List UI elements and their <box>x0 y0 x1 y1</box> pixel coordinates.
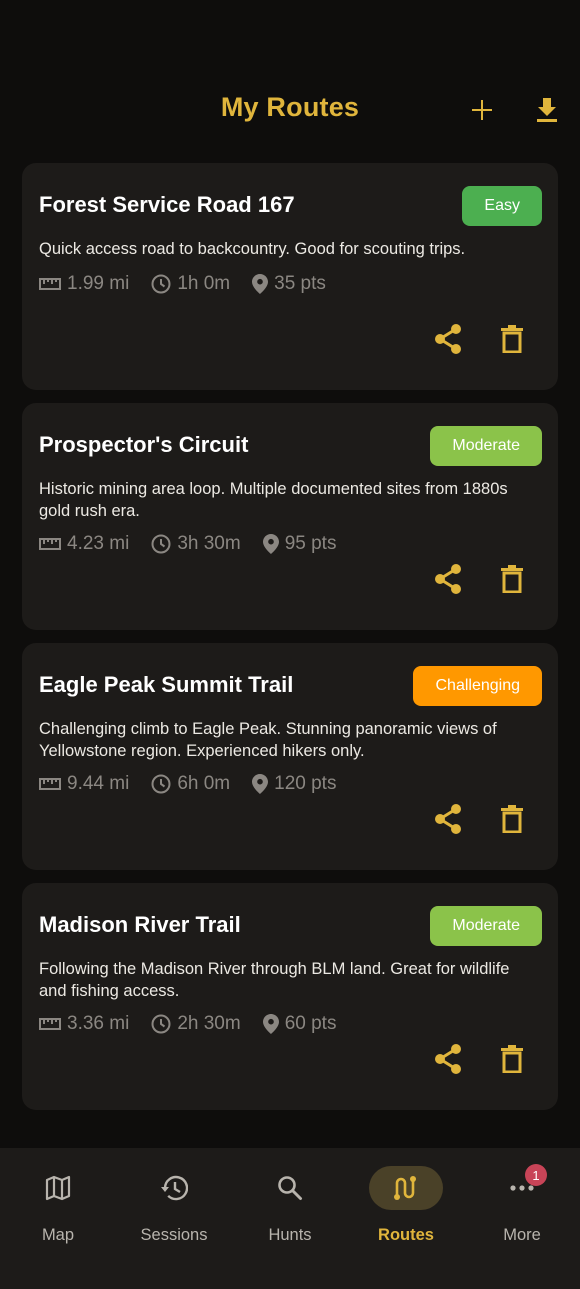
more-icon <box>510 1185 534 1191</box>
share-icon <box>435 564 461 594</box>
difficulty-badge: Easy <box>462 186 542 226</box>
app-header: My Routes <box>0 0 580 150</box>
share-button[interactable] <box>430 321 466 357</box>
route-distance: 3.36 mi <box>67 1013 130 1034</box>
route-description: Quick access road to backcountry. Good f… <box>39 240 466 258</box>
location-pin-icon <box>252 274 269 294</box>
bottom-navigation: Map Sessions Hunts Routes 1 More <box>0 1148 580 1289</box>
difficulty-badge: Moderate <box>430 906 542 946</box>
location-pin-icon <box>262 1014 279 1034</box>
clock-icon <box>151 274 171 294</box>
route-stats: 4.23 mi 3h 30m 95 pts <box>39 533 358 555</box>
share-icon <box>435 1044 461 1074</box>
delete-button[interactable] <box>494 561 530 597</box>
trash-icon <box>501 565 523 593</box>
trash-icon <box>501 325 523 353</box>
share-icon <box>435 324 461 354</box>
nav-label-routes: Routes <box>378 1226 434 1244</box>
nav-label-map: Map <box>41 1226 75 1244</box>
route-card[interactable]: Eagle Peak Summit Trail Challenging Chal… <box>22 643 558 870</box>
route-duration: 6h 0m <box>177 773 231 794</box>
ruler-icon <box>39 778 61 790</box>
nav-item-routes[interactable]: Routes <box>348 1166 464 1266</box>
route-card[interactable]: Madison River Trail Moderate Following t… <box>22 883 558 1110</box>
clock-icon <box>151 774 171 794</box>
ruler-icon <box>39 278 61 290</box>
nav-item-hunts[interactable]: Hunts <box>232 1166 348 1266</box>
route-distance: 9.44 mi <box>67 773 130 794</box>
notification-badge: 1 <box>525 1164 547 1186</box>
route-points: 120 pts <box>274 773 337 794</box>
route-distance: 1.99 mi <box>67 273 130 294</box>
difficulty-badge: Moderate <box>430 426 542 466</box>
delete-button[interactable] <box>494 1041 530 1077</box>
route-description: Challenging climb to Eagle Peak. Stunnin… <box>39 720 497 760</box>
plus-icon <box>472 100 492 120</box>
location-pin-icon <box>252 774 269 794</box>
route-name: Forest Service Road 167 <box>39 192 295 217</box>
route-name: Madison River Trail <box>39 912 241 937</box>
clock-icon <box>151 1014 171 1034</box>
nav-item-map[interactable]: Map <box>0 1166 116 1266</box>
share-button[interactable] <box>430 1041 466 1077</box>
ruler-icon <box>39 1018 61 1030</box>
download-icon <box>537 98 557 122</box>
route-card[interactable]: Prospector's Circuit Moderate Historic m… <box>22 403 558 630</box>
route-name: Eagle Peak Summit Trail <box>39 672 294 697</box>
nav-label-sessions: Sessions <box>140 1226 208 1244</box>
route-stats: 9.44 mi 6h 0m 120 pts <box>39 773 358 795</box>
add-route-button[interactable] <box>464 92 500 128</box>
trash-icon <box>501 1045 523 1073</box>
history-icon <box>161 1175 188 1201</box>
route-duration: 2h 30m <box>177 1013 241 1034</box>
route-distance: 4.23 mi <box>67 533 130 554</box>
nav-label-more: More <box>503 1226 541 1244</box>
delete-button[interactable] <box>494 801 530 837</box>
ruler-icon <box>39 538 61 550</box>
route-points: 60 pts <box>284 1013 337 1034</box>
location-pin-icon <box>262 534 279 554</box>
share-button[interactable] <box>430 801 466 837</box>
routes-list[interactable]: Forest Service Road 167 Easy Quick acces… <box>22 163 558 1148</box>
share-icon <box>435 804 461 834</box>
route-icon <box>394 1176 416 1200</box>
route-duration: 1h 0m <box>177 273 231 294</box>
difficulty-badge: Challenging <box>413 666 542 706</box>
clock-icon <box>151 534 171 554</box>
share-button[interactable] <box>430 561 466 597</box>
trash-icon <box>501 805 523 833</box>
route-stats: 1.99 mi 1h 0m 35 pts <box>39 273 348 295</box>
route-card[interactable]: Forest Service Road 167 Easy Quick acces… <box>22 163 558 390</box>
nav-item-sessions[interactable]: Sessions <box>116 1166 232 1266</box>
delete-button[interactable] <box>494 321 530 357</box>
route-points: 95 pts <box>284 533 337 554</box>
route-name: Prospector's Circuit <box>39 432 249 457</box>
route-description: Historic mining area loop. Multiple docu… <box>39 480 508 520</box>
search-icon <box>278 1176 302 1200</box>
route-duration: 3h 30m <box>177 533 241 554</box>
nav-label-hunts: Hunts <box>268 1226 312 1244</box>
download-button[interactable] <box>529 92 565 128</box>
nav-item-more[interactable]: 1 More <box>464 1164 580 1266</box>
map-icon <box>45 1175 71 1201</box>
route-description: Following the Madison River through BLM … <box>39 960 510 1000</box>
route-stats: 3.36 mi 2h 30m 60 pts <box>39 1013 358 1035</box>
route-points: 35 pts <box>274 273 326 294</box>
